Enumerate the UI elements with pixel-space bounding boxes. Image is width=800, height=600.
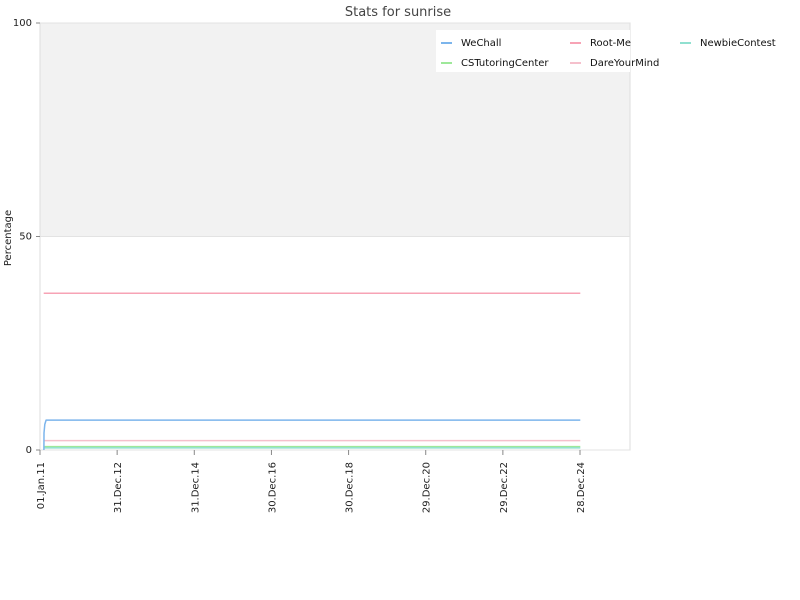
x-tick-label: 30.Dec.18 (345, 462, 356, 513)
x-tick-label: 29.Dec.22 (499, 462, 510, 513)
legend-label-cstutoringcenter: CSTutoringCenter (461, 58, 549, 69)
legend-label-wechall: WeChall (461, 38, 501, 49)
y-axis-label: Percentage (3, 210, 14, 266)
legend-label-dareyourmind: DareYourMind (590, 58, 659, 69)
y-tick-label: 100 (13, 18, 32, 29)
x-tick-label: 31.Dec.14 (190, 462, 201, 513)
legend-label-root-me: Root-Me (590, 38, 631, 49)
x-tick-label: 01.Jan.11 (36, 462, 47, 509)
chart-title: Stats for sunrise (345, 5, 451, 20)
plot-area: 0 50 100 01.Jan.11 31.Dec.12 31.Dec.14 30.Dec.… (13, 18, 631, 513)
series-line-wechall (43, 419, 581, 451)
legend-label-newbiecontest: NewbieContest (700, 38, 776, 49)
x-tick-label: 29.Dec.20 (422, 462, 433, 513)
x-tick-label: 28.Dec.24 (576, 462, 587, 513)
stats-chart: Stats for sunrise Percentage 0 50 100 01.Ja… (3, 5, 776, 513)
y-tick-label: 0 (26, 445, 32, 456)
x-tick-label: 30.Dec.16 (267, 462, 278, 513)
legend: WeChall Root-Me NewbieContest CSTutoringCen… (436, 30, 776, 72)
y-tick-label: 50 (19, 232, 32, 243)
x-tick-label: 31.Dec.12 (113, 462, 124, 513)
